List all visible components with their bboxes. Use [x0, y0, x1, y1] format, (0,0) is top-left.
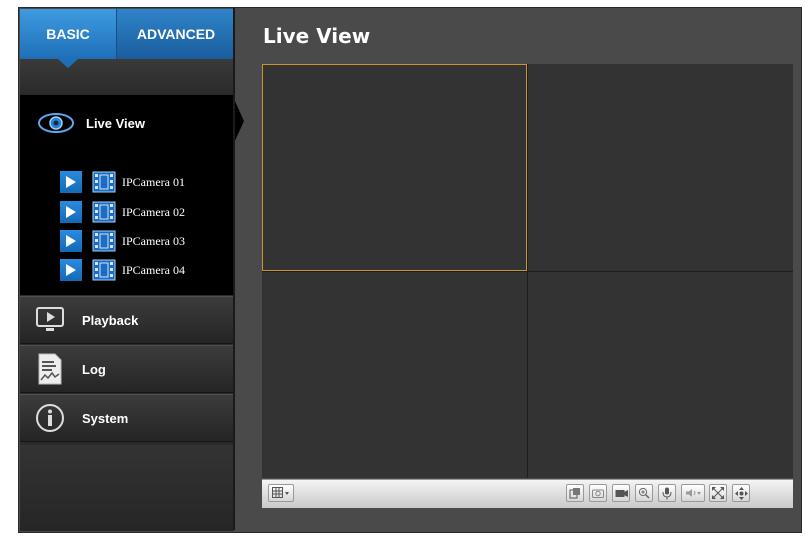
active-tab-pointer [58, 59, 78, 68]
camera-channel-icon [92, 230, 116, 252]
layout-grid-icon[interactable] [268, 484, 294, 502]
play-icon[interactable] [60, 259, 82, 281]
camera-channel-icon [92, 201, 116, 223]
active-item-pointer [234, 99, 244, 143]
live-view-label: Live View [86, 115, 146, 131]
sidebar-item-label: Playback [82, 312, 139, 328]
video-toolbar [262, 479, 793, 508]
sidebar: BASIC ADVANCED Live View IPCamera 01 IPC… [20, 9, 244, 531]
camera-channel-icon [92, 171, 116, 193]
camera-label: IPCamera 04 [122, 262, 185, 277]
fullscreen-icon[interactable] [709, 484, 727, 502]
sidebar-item-label: System [82, 410, 129, 426]
sidebar-divider [233, 8, 235, 530]
camera-label: IPCamera 02 [122, 204, 185, 219]
camera-item[interactable]: IPCamera 01 [60, 171, 185, 193]
tab-advanced[interactable]: ADVANCED [116, 9, 235, 59]
play-icon[interactable] [60, 230, 82, 252]
camera-item[interactable]: IPCamera 02 [60, 201, 185, 223]
sidebar-item-playback[interactable]: Playback [20, 296, 234, 344]
video-cell[interactable] [262, 64, 527, 271]
info-icon [32, 401, 68, 435]
zoom-icon[interactable] [635, 484, 653, 502]
sidebar-item-label: Log [82, 361, 106, 377]
record-icon[interactable] [612, 484, 630, 502]
sidebar-item-system[interactable]: System [20, 394, 234, 442]
video-cell[interactable] [528, 64, 793, 271]
playback-icon [32, 303, 68, 337]
eye-icon [38, 113, 74, 133]
camera-label: IPCamera 01 [122, 174, 185, 189]
sidebar-item-live-view[interactable]: Live View [38, 110, 145, 136]
play-icon[interactable] [60, 171, 82, 193]
play-icon[interactable] [60, 201, 82, 223]
tab-bar: BASIC ADVANCED [20, 9, 235, 59]
camera-channel-icon [92, 259, 116, 281]
sidebar-spacer [20, 59, 234, 95]
video-cell[interactable] [528, 272, 793, 478]
live-view-panel: Live View IPCamera 01 IPCamera 02 IPCame… [20, 95, 234, 295]
camera-item[interactable]: IPCamera 03 [60, 230, 185, 252]
camera-item[interactable]: IPCamera 04 [60, 259, 185, 281]
video-cell[interactable] [262, 272, 527, 478]
snapshot-icon[interactable] [589, 484, 607, 502]
page-title: Live View [263, 24, 371, 48]
stop-all-icon[interactable] [566, 484, 584, 502]
speaker-icon[interactable] [681, 484, 705, 502]
tab-basic[interactable]: BASIC [20, 9, 116, 59]
video-grid [262, 64, 793, 478]
sidebar-item-log[interactable]: Log [20, 345, 234, 393]
sidebar-footer [20, 445, 234, 531]
ptz-icon[interactable] [732, 484, 750, 502]
camera-label: IPCamera 03 [122, 233, 185, 248]
app-window: BASIC ADVANCED Live View IPCamera 01 IPC… [18, 7, 802, 533]
log-icon [32, 352, 68, 386]
microphone-icon[interactable] [658, 484, 676, 502]
